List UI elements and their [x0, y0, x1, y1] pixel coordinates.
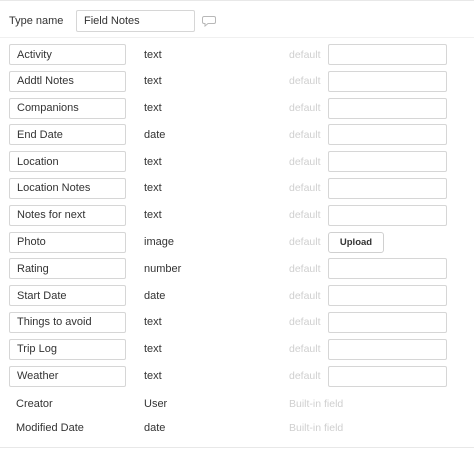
- field-default-input[interactable]: [328, 365, 447, 387]
- type-name-label: Type name: [9, 15, 64, 27]
- field-name-input[interactable]: Location Notes: [9, 177, 126, 199]
- field-row: Companions text default: [0, 97, 474, 125]
- field-default-label: default: [289, 75, 321, 88]
- field-default-input[interactable]: [328, 258, 447, 280]
- field-name-input[interactable]: Weather: [9, 365, 126, 387]
- builtin-field-type: date: [144, 422, 166, 434]
- field-default-label: default: [289, 343, 321, 356]
- field-default-input[interactable]: [328, 285, 447, 307]
- field-default-input[interactable]: [328, 44, 447, 65]
- field-row: Start Date date default: [0, 285, 474, 312]
- type-name-input[interactable]: [76, 10, 195, 32]
- field-type: date: [144, 128, 166, 141]
- field-name-input[interactable]: End Date: [9, 124, 126, 146]
- field-default-input[interactable]: [328, 70, 447, 92]
- field-type: text: [144, 75, 162, 88]
- field-row: Location text default: [0, 151, 474, 178]
- builtin-field-type: User: [144, 398, 168, 410]
- builtin-field-label: Built-in field: [289, 398, 344, 410]
- field-row: Weather text default: [0, 365, 474, 393]
- field-name-input[interactable]: Activity: [9, 44, 126, 65]
- field-default-label: default: [289, 102, 321, 115]
- field-type: text: [144, 370, 162, 383]
- field-list: Activity text default Addtl Notes text defaul…: [0, 44, 474, 392]
- field-default-input[interactable]: [328, 204, 447, 226]
- field-row: Activity text default: [0, 44, 474, 71]
- field-default-label: default: [289, 316, 321, 329]
- field-type: date: [144, 289, 166, 302]
- builtin-field-list: Creator User Built-in field Modified Date da…: [0, 395, 474, 443]
- field-default-label: default: [289, 370, 321, 383]
- field-name-input[interactable]: Addtl Notes: [9, 70, 126, 92]
- field-name-input[interactable]: Companions: [9, 97, 126, 119]
- builtin-field-label: Built-in field: [289, 422, 344, 434]
- field-type: text: [144, 343, 162, 356]
- field-default-input[interactable]: [328, 151, 447, 173]
- field-name-input[interactable]: Notes for next: [9, 204, 126, 226]
- field-name-input[interactable]: Things to avoid: [9, 311, 126, 333]
- field-default-label: default: [289, 236, 321, 249]
- field-row: Rating number default: [0, 258, 474, 285]
- field-row: Addtl Notes text default: [0, 70, 474, 98]
- field-type: text: [144, 316, 162, 329]
- type-name-row: Type name: [9, 10, 216, 32]
- field-type: image: [144, 236, 174, 249]
- field-default-label: default: [289, 289, 321, 302]
- field-default-input[interactable]: [328, 124, 447, 146]
- field-row: End Date date default: [0, 124, 474, 151]
- upload-button[interactable]: Upload: [328, 231, 384, 253]
- field-default-input[interactable]: [328, 311, 447, 333]
- field-default-input[interactable]: [328, 338, 447, 360]
- field-default-label: default: [289, 155, 321, 168]
- builtin-field-row: Modified Date date Built-in field: [0, 419, 474, 443]
- field-type: text: [144, 48, 162, 61]
- field-row: Notes for next text default: [0, 204, 474, 232]
- field-default-label: default: [289, 262, 321, 275]
- top-divider: [0, 0, 474, 1]
- header-divider: [0, 37, 474, 38]
- field-default-input[interactable]: [328, 177, 447, 199]
- field-type: text: [144, 182, 162, 195]
- field-row: Things to avoid text default: [0, 311, 474, 339]
- builtin-field-name: Modified Date: [16, 422, 84, 434]
- field-name-input[interactable]: Trip Log: [9, 338, 126, 360]
- bottom-divider: [0, 447, 474, 448]
- field-name-input[interactable]: Location: [9, 151, 126, 173]
- field-type: text: [144, 209, 162, 222]
- field-name-input[interactable]: Rating: [9, 258, 126, 280]
- field-default-label: default: [289, 209, 321, 222]
- field-default-label: default: [289, 128, 321, 141]
- field-row: Trip Log text default: [0, 338, 474, 366]
- field-default-label: default: [289, 182, 321, 195]
- field-default-input[interactable]: [328, 97, 447, 119]
- field-row: Location Notes text default: [0, 177, 474, 205]
- speech-bubble-icon[interactable]: [202, 15, 216, 28]
- field-type: number: [144, 262, 182, 275]
- field-default-label: default: [289, 48, 321, 61]
- field-type: text: [144, 155, 162, 168]
- field-type: text: [144, 102, 162, 115]
- field-name-input[interactable]: Start Date: [9, 285, 126, 307]
- builtin-field-row: Creator User Built-in field: [0, 395, 474, 419]
- field-row: Photo image default Upload: [0, 231, 474, 259]
- builtin-field-name: Creator: [16, 398, 53, 410]
- field-name-input[interactable]: Photo: [9, 231, 126, 253]
